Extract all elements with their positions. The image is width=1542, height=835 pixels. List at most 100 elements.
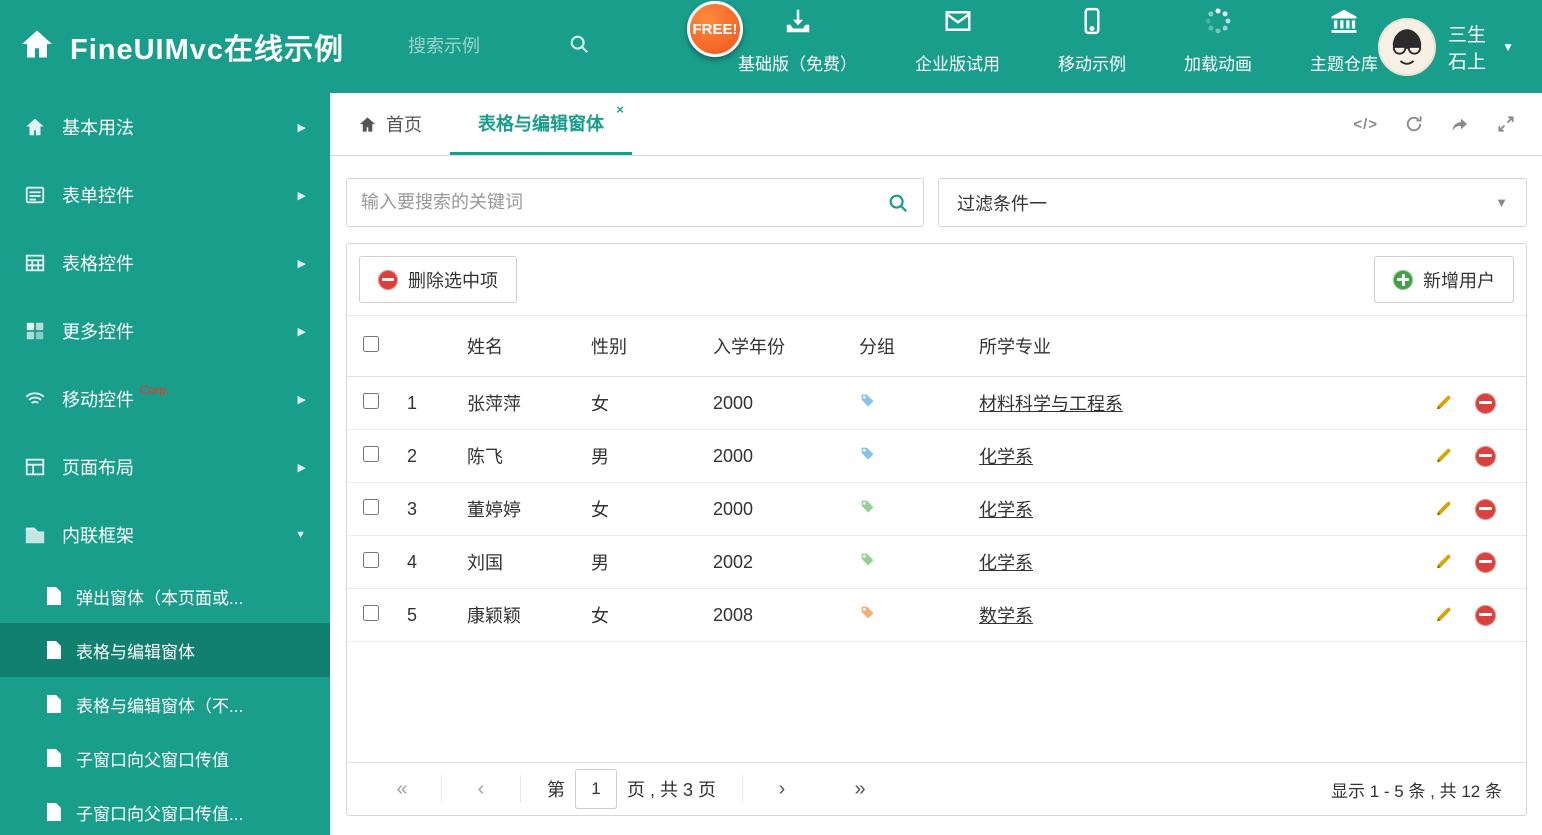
major-link[interactable]: 化学系 <box>979 500 1033 520</box>
bank-icon <box>1329 6 1359 41</box>
row-index: 5 <box>399 588 459 642</box>
tag-icon <box>859 551 876 568</box>
tab-label: 首页 <box>386 115 422 135</box>
main-content: 首页 表格与编辑窗体 × </> 输入要搜索的关键词 过滤条件一 ▼ 删除选中项… <box>330 93 1542 835</box>
table-row: 5 康颖颖 女 2008 数学系 <box>347 588 1526 642</box>
row-index: 3 <box>399 482 459 536</box>
keyword-search-box <box>346 178 924 227</box>
user-menu[interactable]: 三生石上 ▼ <box>1378 17 1542 76</box>
filter-dropdown[interactable]: 过滤条件一 ▼ <box>938 178 1527 227</box>
grid-toolbar: 删除选中项 新增用户 <box>347 244 1526 316</box>
col-year: 入学年份 <box>705 316 851 377</box>
source-code-icon[interactable]: </> <box>1353 116 1378 133</box>
row-checkbox[interactable] <box>363 551 379 568</box>
pagination-first[interactable]: « <box>363 778 441 801</box>
major-link[interactable]: 化学系 <box>979 553 1033 573</box>
edit-icon[interactable] <box>1433 552 1453 572</box>
select-all-checkbox[interactable] <box>363 335 379 352</box>
sidebar-subitem-child-to-parent-2[interactable]: 子窗口向父窗口传值... <box>0 785 330 835</box>
page-number-input[interactable] <box>575 769 617 809</box>
sidebar-item-form-controls[interactable]: 表单控件 ▶ <box>0 161 330 229</box>
cell-name: 刘国 <box>459 535 583 589</box>
users-table: 姓名 性别 入学年份 分组 所学专业 1 张萍萍 女 2000 材料科学与工程系… <box>347 316 1526 642</box>
pagination-last[interactable]: » <box>821 778 899 801</box>
sidebar-subitem-label: 表格与编辑窗体 <box>76 642 195 662</box>
delete-row-icon[interactable] <box>1475 445 1496 467</box>
col-name: 姓名 <box>459 316 583 377</box>
keyword-search-input[interactable] <box>361 192 887 213</box>
major-link[interactable]: 数学系 <box>979 606 1033 626</box>
pagination-next[interactable]: › <box>743 778 821 801</box>
col-index <box>399 316 459 377</box>
nav-label: 主题仓库 <box>1310 55 1378 74</box>
sidebar-subitem-label: 弹出窗体（本页面或... <box>76 588 244 608</box>
delete-row-icon[interactable] <box>1475 604 1496 626</box>
edit-icon[interactable] <box>1433 499 1453 519</box>
nav-theme-repo[interactable]: 主题仓库 <box>1310 6 1378 75</box>
col-gender: 性别 <box>583 316 705 377</box>
sidebar-item-label: 页面布局 <box>62 458 134 478</box>
nav-basic-free[interactable]: 基础版（免费） <box>738 6 857 75</box>
cell-gender: 女 <box>583 588 705 642</box>
nav-loading-anim[interactable]: 加载动画 <box>1184 6 1252 75</box>
col-group: 分组 <box>851 316 971 377</box>
file-icon <box>46 641 62 659</box>
major-link[interactable]: 材料科学与工程系 <box>979 394 1123 414</box>
mobile-signal-icon <box>24 388 46 410</box>
row-checkbox[interactable] <box>363 392 379 409</box>
pagination-prev[interactable]: ‹ <box>442 778 520 801</box>
table-row: 1 张萍萍 女 2000 材料科学与工程系 <box>347 376 1526 430</box>
home-icon[interactable] <box>20 27 54 66</box>
header-search-input[interactable] <box>408 36 568 57</box>
sidebar-subitem-child-to-parent[interactable]: 子窗口向父窗口传值 <box>0 731 330 785</box>
search-icon[interactable] <box>887 192 909 214</box>
envelope-icon <box>943 6 973 41</box>
row-checkbox[interactable] <box>363 498 379 515</box>
open-in-new-icon[interactable] <box>1450 114 1470 134</box>
sidebar-subitem-label: 子窗口向父窗口传值... <box>76 804 244 824</box>
close-icon[interactable]: × <box>616 102 624 117</box>
sidebar-item-grid-controls[interactable]: 表格控件 ▶ <box>0 229 330 297</box>
fullscreen-icon[interactable] <box>1496 114 1516 134</box>
sidebar-subitem-popup-window[interactable]: 弹出窗体（本页面或... <box>0 569 330 623</box>
layout-icon <box>24 456 46 478</box>
delete-row-icon[interactable] <box>1475 551 1496 573</box>
sidebar-subitem-grid-edit-window[interactable]: 表格与编辑窗体 <box>0 623 330 677</box>
nav-enterprise-trial[interactable]: 企业版试用 <box>915 6 1000 75</box>
sidebar-item-inline-frame[interactable]: 内联框架 ▼ <box>0 501 330 569</box>
filter-selected-value: 过滤条件一 <box>957 193 1047 214</box>
edit-icon[interactable] <box>1433 393 1453 413</box>
cell-gender: 男 <box>583 535 705 589</box>
nav-label: 企业版试用 <box>915 55 1000 74</box>
row-checkbox[interactable] <box>363 445 379 462</box>
major-link[interactable]: 化学系 <box>979 447 1033 467</box>
tab-home[interactable]: 首页 <box>330 93 450 155</box>
nav-mobile-demo[interactable]: 移动示例 <box>1058 6 1126 75</box>
pagination-summary: 显示 1 - 5 条 , 共 12 条 <box>1331 781 1502 801</box>
sidebar-subitem-label: 子窗口向父窗口传值 <box>76 750 229 770</box>
cell-name: 陈飞 <box>459 429 583 483</box>
row-index: 1 <box>399 376 459 430</box>
row-checkbox[interactable] <box>363 604 379 621</box>
delete-selected-button[interactable]: 删除选中项 <box>359 256 517 303</box>
delete-row-icon[interactable] <box>1475 498 1496 520</box>
sidebar-item-label: 基本用法 <box>62 118 134 138</box>
sidebar-item-more-controls[interactable]: 更多控件 ▶ <box>0 297 330 365</box>
edit-icon[interactable] <box>1433 446 1453 466</box>
refresh-icon[interactable] <box>1404 114 1424 134</box>
add-user-button[interactable]: 新增用户 <box>1374 256 1514 303</box>
search-icon[interactable] <box>568 33 590 60</box>
delete-row-icon[interactable] <box>1475 392 1496 414</box>
cell-year: 2000 <box>705 482 851 536</box>
sidebar-subitem-label: 表格与编辑窗体（不... <box>76 696 244 716</box>
edit-icon[interactable] <box>1433 605 1453 625</box>
sidebar-subitem-grid-edit-window-2[interactable]: 表格与编辑窗体（不... <box>0 677 330 731</box>
table-icon <box>24 252 46 274</box>
sidebar-item-mobile-controls[interactable]: 移动控件 Corp. ▶ <box>0 365 330 433</box>
sidebar-item-page-layout[interactable]: 页面布局 ▶ <box>0 433 330 501</box>
app-title: FineUIMvc在线示例 <box>70 33 345 66</box>
chevron-right-icon: ▶ <box>297 189 306 202</box>
sidebar-item-basic-usage[interactable]: 基本用法 ▶ <box>0 93 330 161</box>
filter-row: 过滤条件一 ▼ <box>330 156 1542 227</box>
tab-grid-edit-window[interactable]: 表格与编辑窗体 × <box>450 93 632 155</box>
